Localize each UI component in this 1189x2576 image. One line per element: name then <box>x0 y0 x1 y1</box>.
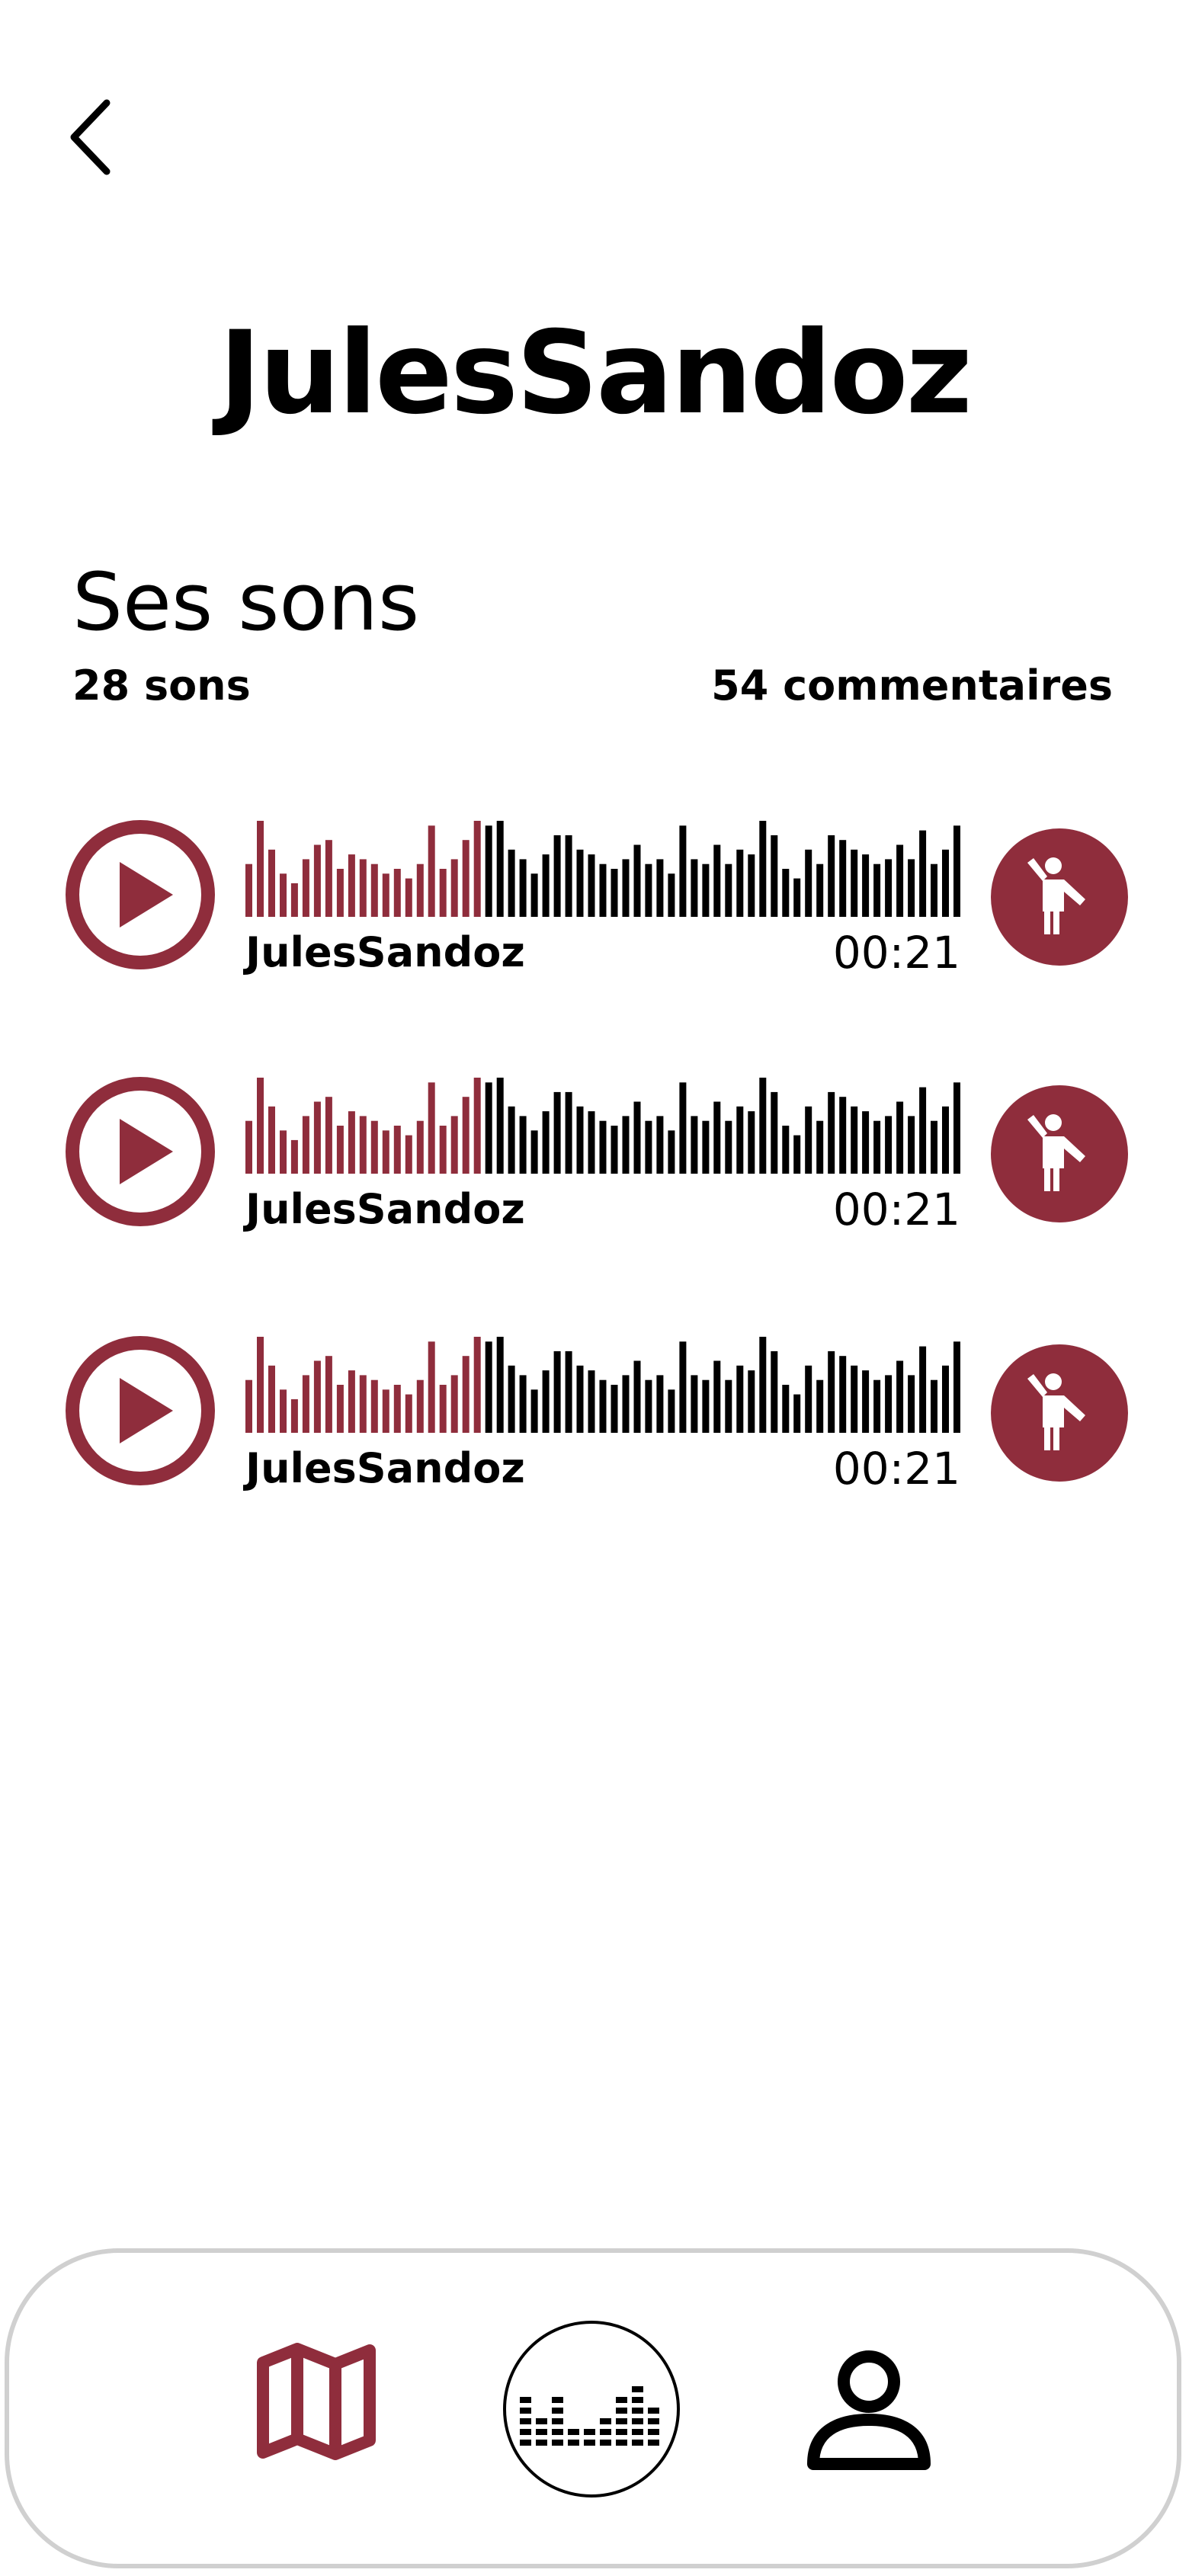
play-icon <box>66 1336 215 1485</box>
nav-map[interactable] <box>252 2332 381 2469</box>
track-item: JulesSandoz 00:21 <box>0 1335 1189 1503</box>
wave-button[interactable] <box>991 1085 1128 1222</box>
track-item: JulesSandoz 00:21 <box>0 1076 1189 1244</box>
nav-profile[interactable] <box>800 2340 937 2477</box>
track-author: JulesSandoz <box>245 928 525 976</box>
person-waving-icon <box>1027 1373 1085 1450</box>
track-item: JulesSandoz 00:21 <box>0 819 1189 987</box>
map-icon <box>257 2343 376 2460</box>
wave-button[interactable] <box>991 1344 1128 1482</box>
play-icon <box>66 820 215 969</box>
play-button[interactable] <box>65 819 216 970</box>
play-icon <box>66 1077 215 1226</box>
section-title: Ses sons <box>72 556 420 649</box>
back-button[interactable] <box>61 91 122 183</box>
track-duration: 00:21 <box>832 1443 960 1495</box>
play-button[interactable] <box>65 1076 216 1227</box>
comments-count: 54 commentaires <box>711 662 1113 710</box>
waveform[interactable] <box>245 818 965 917</box>
track-author: JulesSandoz <box>245 1185 525 1233</box>
profile-name: JulesSandoz <box>219 307 973 440</box>
sounds-count: 28 sons <box>72 662 251 710</box>
waveform[interactable] <box>245 1075 965 1174</box>
equalizer-icon <box>520 2386 659 2446</box>
chevron-left-icon <box>70 99 111 175</box>
play-button[interactable] <box>65 1335 216 1486</box>
user-icon <box>807 2350 931 2470</box>
person-waving-icon <box>1027 1114 1085 1191</box>
track-author: JulesSandoz <box>245 1444 525 1492</box>
track-duration: 00:21 <box>832 1184 960 1235</box>
waveform[interactable] <box>245 1334 965 1433</box>
person-waving-icon <box>1027 857 1085 934</box>
wave-button[interactable] <box>991 828 1128 966</box>
track-duration: 00:21 <box>832 927 960 979</box>
nav-sounds[interactable] <box>503 2321 680 2498</box>
